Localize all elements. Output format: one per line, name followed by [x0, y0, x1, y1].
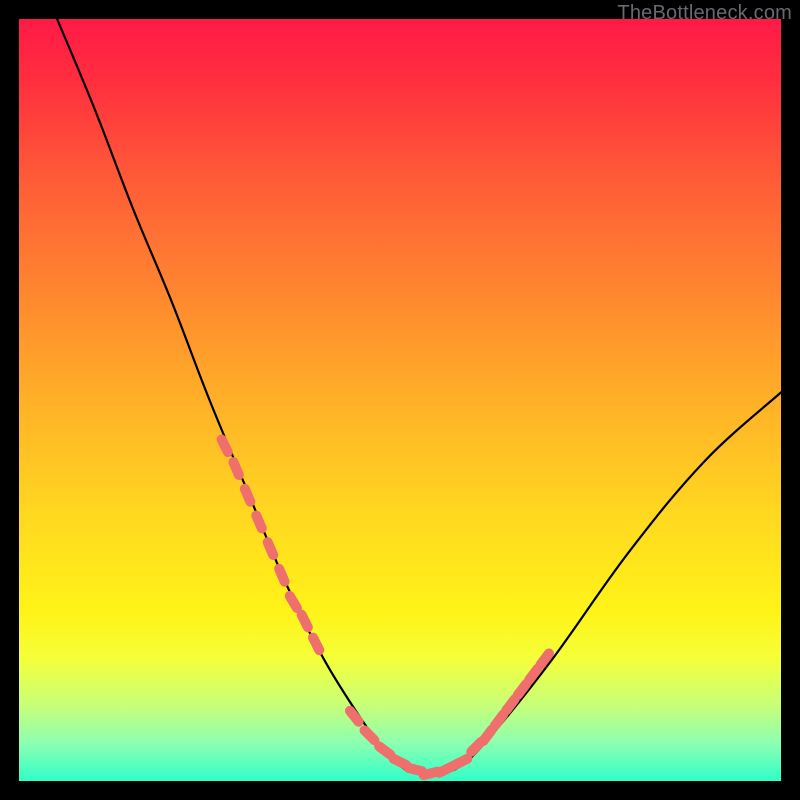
watermark-text: TheBottleneck.com [617, 2, 792, 25]
highlight-marker [256, 515, 262, 528]
highlight-marker [518, 684, 526, 695]
highlight-marker [394, 759, 407, 765]
highlight-marker [350, 711, 359, 722]
highlight-marker [290, 596, 297, 608]
highlight-marker [222, 439, 228, 452]
highlight-marker [245, 489, 251, 502]
highlight-marker [408, 768, 422, 771]
highlight-marker [483, 730, 491, 741]
chart-background [19, 19, 781, 781]
highlight-markers [222, 439, 549, 775]
highlight-marker [455, 759, 468, 765]
highlight-marker [268, 542, 274, 555]
bottleneck-curve [57, 19, 781, 774]
highlight-marker [365, 730, 375, 740]
highlight-marker [302, 615, 308, 628]
highlight-marker [529, 669, 537, 680]
highlight-marker [506, 699, 514, 710]
highlight-marker [541, 653, 549, 664]
bottleneck-chart [19, 19, 781, 781]
highlight-marker [233, 462, 239, 475]
highlight-marker [379, 746, 390, 754]
highlight-marker [495, 714, 503, 725]
highlight-marker [439, 766, 452, 772]
highlight-marker [279, 569, 285, 582]
highlight-marker [313, 638, 319, 651]
